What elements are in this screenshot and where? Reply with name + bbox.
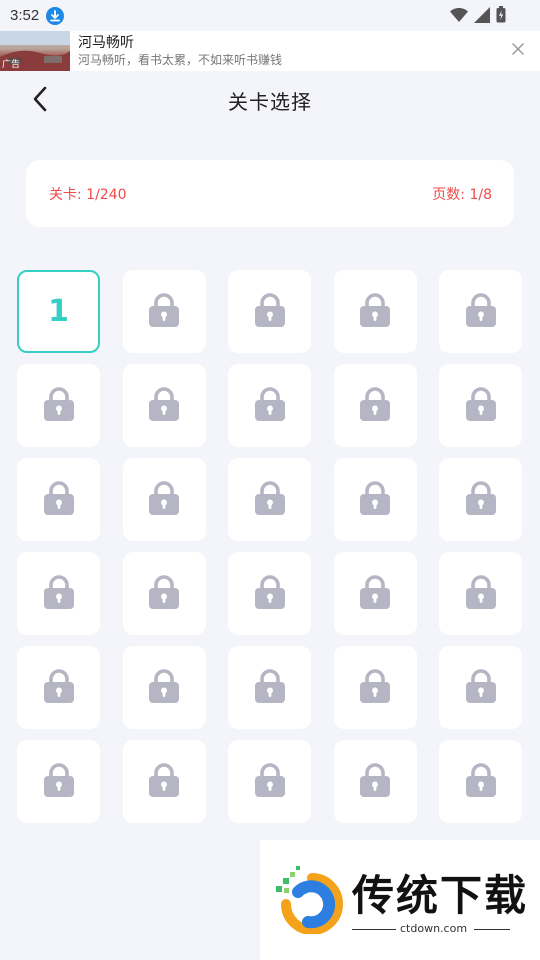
level-cell-locked[interactable] xyxy=(228,740,311,823)
level-cell-locked[interactable] xyxy=(439,364,522,447)
level-cell-locked[interactable] xyxy=(439,270,522,353)
level-cell-locked[interactable] xyxy=(333,646,417,729)
wifi-icon xyxy=(450,7,468,22)
watermark-logo-icon xyxy=(276,866,343,934)
lock-icon xyxy=(149,480,179,519)
lock-icon xyxy=(465,668,496,707)
level-cell-locked[interactable] xyxy=(17,364,100,447)
page-progress-label: 页数: 1/8 xyxy=(432,186,492,203)
level-cell-locked[interactable] xyxy=(17,552,100,635)
close-icon[interactable] xyxy=(510,41,526,57)
level-cell-locked[interactable] xyxy=(228,270,311,353)
lock-icon xyxy=(360,762,390,801)
ad-title[interactable]: 河马畅听 xyxy=(78,34,282,52)
level-info-card: 关卡: 1/240 页数: 1/8 xyxy=(26,160,514,227)
lock-icon xyxy=(149,292,179,331)
level-progress-label: 关卡: 1/240 xyxy=(49,186,127,203)
level-cell-locked[interactable] xyxy=(122,646,206,729)
lock-icon xyxy=(149,574,179,613)
level-cell-locked[interactable] xyxy=(228,458,311,541)
level-cell-locked[interactable] xyxy=(228,364,311,447)
lock-icon xyxy=(360,668,390,707)
lock-icon xyxy=(254,574,285,613)
lock-icon xyxy=(43,574,74,613)
lock-icon xyxy=(43,762,74,801)
level-cell-locked[interactable] xyxy=(333,458,417,541)
status-time: 3:52 xyxy=(10,7,40,24)
lock-icon xyxy=(465,292,496,331)
level-cell-locked[interactable] xyxy=(122,364,206,447)
level-cell-locked[interactable] xyxy=(439,552,522,635)
battery-icon xyxy=(496,6,506,23)
ad-banner[interactable]: 广告 河马畅听 河马畅听，看书太累，不如来听书赚钱 xyxy=(0,31,540,71)
lock-icon xyxy=(360,574,390,613)
level-grid: 1 xyxy=(17,270,523,823)
lock-icon xyxy=(360,292,390,331)
download-icon xyxy=(46,6,65,25)
level-cell-locked[interactable] xyxy=(228,646,311,729)
watermark: 传统下载 ctdown.com xyxy=(260,840,540,960)
level-cell-locked[interactable] xyxy=(439,458,522,541)
level-cell-locked[interactable] xyxy=(333,364,417,447)
level-cell-1[interactable]: 1 xyxy=(17,270,100,353)
level-cell-locked[interactable] xyxy=(122,270,206,353)
level-cell-locked[interactable] xyxy=(122,740,206,823)
lock-icon xyxy=(360,480,390,519)
lock-icon xyxy=(149,762,179,801)
lock-icon xyxy=(149,386,179,425)
lock-icon xyxy=(254,386,285,425)
lock-icon xyxy=(149,668,179,707)
level-cell-locked[interactable] xyxy=(439,646,522,729)
signal-icon xyxy=(474,6,490,23)
lock-icon xyxy=(254,668,285,707)
level-cell-locked[interactable] xyxy=(228,552,311,635)
ad-tag: 广告 xyxy=(2,60,21,70)
level-cell-locked[interactable] xyxy=(333,552,417,635)
lock-icon xyxy=(465,762,496,801)
level-number: 1 xyxy=(48,294,69,329)
watermark-name: 传统下载 xyxy=(352,871,529,920)
lock-icon xyxy=(254,762,285,801)
level-cell-locked[interactable] xyxy=(439,740,522,823)
lock-icon xyxy=(360,386,390,425)
level-cell-locked[interactable] xyxy=(17,740,100,823)
lock-icon xyxy=(43,668,74,707)
lock-icon xyxy=(465,386,496,425)
page-title: 关卡选择 xyxy=(228,90,312,114)
lock-icon xyxy=(465,574,496,613)
lock-icon xyxy=(465,480,496,519)
lock-icon xyxy=(43,480,74,519)
level-cell-locked[interactable] xyxy=(122,552,206,635)
level-cell-locked[interactable] xyxy=(333,740,417,823)
status-bar: 3:52 xyxy=(0,0,540,31)
lock-icon xyxy=(43,386,74,425)
lock-icon xyxy=(254,480,285,519)
ad-thumbnail[interactable]: 广告 xyxy=(0,31,70,71)
lock-icon xyxy=(254,292,285,331)
level-cell-locked[interactable] xyxy=(122,458,206,541)
ad-subtitle[interactable]: 河马畅听，看书太累，不如来听书赚钱 xyxy=(78,52,282,68)
level-cell-locked[interactable] xyxy=(17,458,100,541)
level-cell-locked[interactable] xyxy=(333,270,417,353)
level-cell-locked[interactable] xyxy=(17,646,100,729)
watermark-url: ctdown.com xyxy=(396,922,472,935)
